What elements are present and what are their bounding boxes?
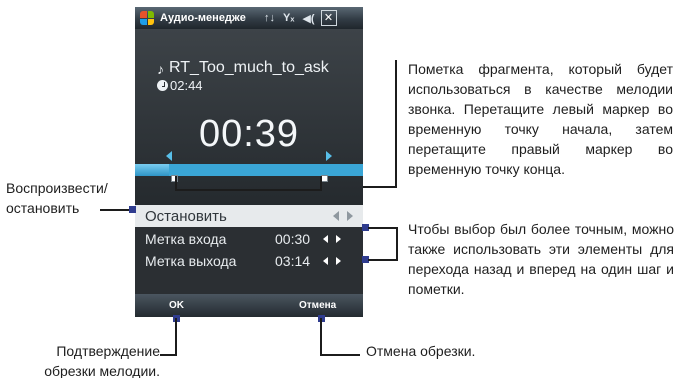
callout-line (320, 318, 322, 356)
ok-softkey[interactable]: OK (169, 300, 184, 311)
end-marker-handle[interactable] (321, 175, 328, 182)
callout-line (320, 354, 360, 356)
mark-out-row: Метка выхода 03:14 (135, 250, 363, 272)
cancel-softkey[interactable]: Отмена (299, 300, 336, 311)
music-note-icon: ♪ (157, 61, 164, 77)
volume-icon[interactable]: ◀( (302, 12, 314, 25)
callout-line (175, 189, 322, 191)
mark-in-time: 00:30 (275, 231, 311, 247)
soft-key-bar: OK Отмена (135, 294, 363, 317)
title-bar: Аудио-менеджe ↑↓ Yₓ ◀( ✕ (135, 7, 363, 29)
mark-out-time: 03:14 (275, 253, 311, 269)
mark-in-label: Метка входа (145, 231, 227, 247)
confirm-trim-annotation: Подтверждение обрезки мелодии. (44, 343, 160, 378)
step-forward-icon[interactable] (347, 211, 353, 221)
mark-out-forward-icon[interactable] (336, 257, 341, 265)
track-duration: 02:44 (170, 78, 203, 93)
callout-line (100, 209, 132, 211)
elapsed-time: 00:39 (198, 113, 300, 155)
callout-line (320, 176, 322, 190)
track-name: RT_Too_much_to_ask (169, 59, 329, 76)
window-title: Аудио-менеджe (160, 12, 246, 24)
callout-line (363, 186, 397, 188)
clock-icon (157, 80, 168, 91)
track-info-panel: ♪ RT_Too_much_to_ask 02:44 00:39 (135, 29, 363, 205)
mark-out-label: Метка выхода (145, 253, 237, 269)
callout-line (396, 227, 398, 261)
start-menu-icon[interactable] (138, 9, 156, 27)
play-stop-annotation: Воспроизвести/ остановить (6, 180, 108, 216)
step-back-icon[interactable] (333, 211, 339, 221)
data-connection-icon[interactable]: ↑↓ (264, 12, 275, 24)
cancel-trim-annotation: Отмена обрезки. (366, 343, 476, 359)
fragment-marking-annotation: Пометка фрагмента, который будет использ… (408, 61, 673, 177)
callout-line (368, 227, 398, 229)
callout-line (175, 176, 177, 190)
mark-out-back-icon[interactable] (323, 257, 328, 265)
audio-manager-screen: Аудио-менеджe ↑↓ Yₓ ◀( ✕ ♪ RT_Too_much_t… (135, 7, 363, 317)
stop-button[interactable]: Остановить (135, 205, 363, 227)
signal-off-icon[interactable]: Yₓ (283, 12, 294, 24)
callout-marker (129, 206, 136, 213)
callout-line (175, 318, 177, 356)
stop-label: Остановить (145, 207, 227, 225)
system-tray: ↑↓ Yₓ ◀( (264, 12, 315, 25)
mark-in-back-icon[interactable] (323, 235, 328, 243)
step-controls-annotation: Чтобы выбор был более точным, можно такж… (408, 221, 674, 297)
close-button[interactable]: ✕ (320, 10, 337, 26)
timeline-bar[interactable] (135, 164, 363, 176)
mark-in-row: Метка входа 00:30 (135, 228, 363, 250)
callout-line (160, 354, 177, 356)
timeline-progress (135, 164, 170, 176)
mark-in-forward-icon[interactable] (336, 235, 341, 243)
callout-line (368, 259, 398, 261)
callout-line (395, 60, 397, 188)
start-flag-icon (166, 151, 172, 161)
end-flag-icon (326, 151, 332, 161)
